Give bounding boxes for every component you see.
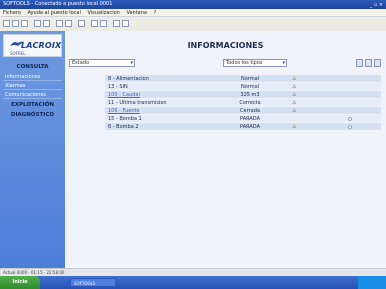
row-name: 13 - SIN (108, 84, 128, 90)
section-explotacion[interactable]: EXPLOTACIÓN (4, 102, 61, 108)
table-row[interactable]: 11 - Ultima transmision Correcta ⚠ (105, 99, 381, 107)
section-consulta[interactable]: CONSULTA (4, 64, 61, 70)
row-value: Cerrada (240, 108, 260, 114)
help-icon[interactable] (78, 20, 85, 27)
row-name: 15 - Bomba 1 (108, 116, 142, 122)
main-panel: INFORMACIONES Estado ▾ Todos los tipos ▾… (65, 31, 386, 268)
estado-filter-value: Estado (72, 60, 90, 66)
table-row[interactable]: 15 - Bomba 1 PARADA (105, 115, 381, 123)
table-row[interactable]: 13 - SIN Normal ⚠ (105, 83, 381, 91)
estado-filter-select[interactable]: Estado ▾ (69, 59, 135, 67)
system-tray (358, 276, 386, 289)
status-bar: Actual 0000 - 01:15 - 22:58:00 (0, 268, 386, 276)
refresh-icon[interactable] (100, 20, 107, 27)
menu-help[interactable]: ? (154, 10, 157, 16)
table-row[interactable]: 8 - Alimentacion Normal ⚠ (105, 75, 381, 83)
window-titlebar: SOFTOOLS - Conectado a puesto local 0001… (0, 0, 386, 9)
chevron-down-icon: ▾ (282, 60, 285, 66)
filter-icon[interactable] (356, 59, 363, 67)
logo-subtext: SOFREL (10, 51, 26, 56)
table-row[interactable]: 100 - Caudal 325 m3 ⚠ (105, 91, 381, 99)
close-list-icon[interactable] (374, 59, 381, 67)
row-name: 8 - Alimentacion (108, 76, 149, 82)
start-button[interactable]: Inicio (0, 276, 40, 289)
menu-ayuda-puesto-local[interactable]: Ayuda al puesto local (28, 10, 81, 16)
menu-fichero[interactable]: Fichero (3, 10, 21, 16)
warning-icon: ⚠ (292, 84, 297, 90)
save-icon[interactable] (21, 20, 28, 27)
row-name-link[interactable]: 106 - Fuente (108, 107, 140, 115)
paste-icon[interactable] (65, 20, 72, 27)
row-value: 325 m3 (240, 92, 260, 98)
logo: LACROIX SOFREL (3, 34, 62, 57)
tipos-filter-select[interactable]: Todos los tipos ▾ (223, 59, 287, 67)
sidebar: LACROIX SOFREL CONSULTA Informaciones Al… (0, 31, 65, 268)
menu-visualizacion[interactable]: Visualizacion (87, 10, 119, 16)
warning-icon: ⚠ (292, 100, 297, 106)
warning-icon: ⚠ (292, 124, 297, 130)
chevron-down-icon: ▾ (130, 60, 133, 66)
sidebar-item-alarmas[interactable]: Alarmas (3, 82, 62, 90)
row-value: PARADA (240, 124, 260, 130)
menu-bar: Fichero Ayuda al puesto local Visualizac… (0, 9, 386, 17)
row-value: PARADA (240, 116, 260, 122)
print-icon[interactable] (34, 20, 41, 27)
open-icon[interactable] (12, 20, 19, 27)
cut-icon[interactable] (43, 20, 50, 27)
section-diagnostico[interactable]: DIAGNÓSTICO (4, 112, 61, 118)
settings-icon[interactable] (113, 20, 120, 27)
row-name-link[interactable]: 100 - Caudal (108, 91, 140, 99)
row-value: Normal (240, 76, 260, 82)
taskbar-app-button[interactable]: SOFTOOLS (70, 278, 116, 287)
toolbar (0, 17, 386, 32)
export-icon[interactable] (122, 20, 129, 27)
status-dot-icon (348, 117, 352, 121)
window-title: SOFTOOLS - Conectado a puesto local 0001 (3, 1, 113, 7)
warning-icon: ⚠ (292, 108, 297, 114)
taskbar: Inicio SOFTOOLS (0, 276, 386, 289)
menu-ventana[interactable]: Ventana (126, 10, 147, 16)
tipos-filter-value: Todos los tipos (226, 60, 263, 66)
row-value: Normal (240, 84, 260, 90)
print-list-icon[interactable] (365, 59, 372, 67)
sidebar-item-comunicaciones[interactable]: Comunicaciones (3, 91, 62, 99)
connect-icon[interactable] (91, 20, 98, 27)
table-row[interactable]: 6 - Bomba 2 PARADA ⚠ (105, 123, 381, 131)
copy-icon[interactable] (56, 20, 63, 27)
status-dot-icon (348, 125, 352, 129)
row-name: 6 - Bomba 2 (108, 124, 139, 130)
warning-icon: ⚠ (292, 92, 297, 98)
sidebar-item-informaciones[interactable]: Informaciones (3, 73, 62, 81)
row-name: 11 - Ultima transmision (108, 100, 167, 106)
row-value: Correcta (239, 100, 261, 106)
new-icon[interactable] (3, 20, 10, 27)
table-row[interactable]: 106 - Fuente Cerrada ⚠ (105, 107, 381, 115)
warning-icon: ⚠ (292, 76, 297, 82)
logo-text: LACROIX (21, 41, 62, 50)
page-title: INFORMACIONES (187, 41, 264, 50)
